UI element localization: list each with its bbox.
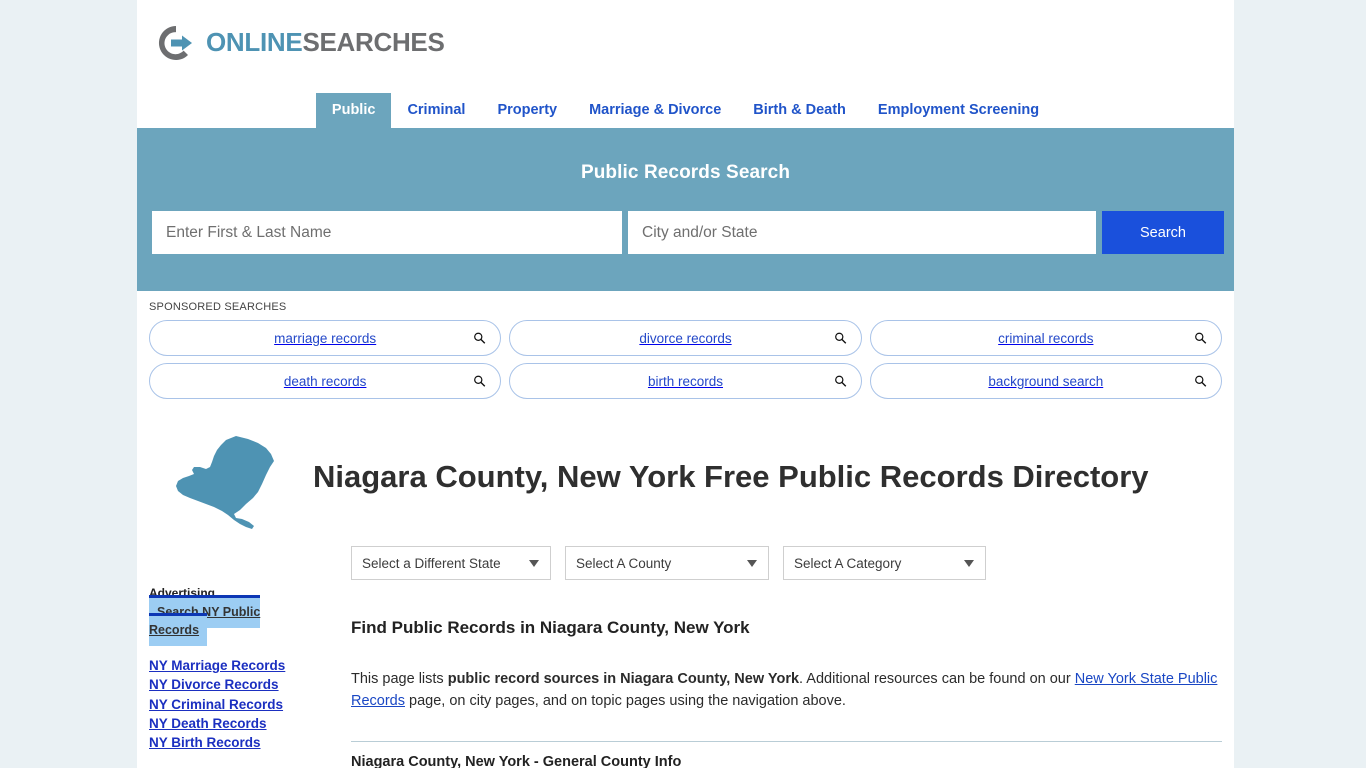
sponsored-pill-criminal-records[interactable]: criminal records xyxy=(869,320,1222,356)
sidebar-link-ny-death-records[interactable]: NY Death Records xyxy=(149,714,309,733)
chevron-down-icon xyxy=(964,559,974,567)
new-york-state-map-icon xyxy=(149,422,309,534)
nav-item-criminal[interactable]: Criminal xyxy=(391,93,481,129)
paragraph-text-2: . Additional resources can be found on o… xyxy=(799,671,1075,687)
chevron-down-icon xyxy=(747,559,757,567)
nav-item-marriage-divorce[interactable]: Marriage & Divorce xyxy=(573,93,737,129)
sponsored-searches-label: SPONSORED SEARCHES xyxy=(149,301,287,313)
general-county-info-heading: Niagara County, New York - General Count… xyxy=(351,753,682,768)
filter-selects: Select a Different State Select A County… xyxy=(351,546,1222,580)
county-select[interactable]: Select A County xyxy=(565,546,769,580)
intro-paragraph: This page lists public record sources in… xyxy=(351,668,1222,713)
section-heading: Find Public Records in Niagara County, N… xyxy=(351,618,750,637)
site-header: ONLINESEARCHES xyxy=(137,0,1234,85)
chevron-down-icon xyxy=(529,559,539,567)
sidebar-links: NY Marriage Records NY Divorce Records N… xyxy=(149,656,309,752)
paragraph-text-1: This page lists xyxy=(351,671,448,687)
location-search-input[interactable] xyxy=(628,211,1096,254)
sidebar-link-ny-birth-records[interactable]: NY Birth Records xyxy=(149,733,309,752)
nav-item-birth-death[interactable]: Birth & Death xyxy=(737,93,862,129)
paragraph-bold-1: public record sources in Niagara County,… xyxy=(447,671,800,687)
search-icon xyxy=(834,375,847,388)
page-body: Advertising Search NY Public Records NY … xyxy=(137,534,1234,768)
search-icon xyxy=(1194,375,1207,388)
search-icon xyxy=(473,375,486,388)
page-root: ONLINESEARCHES Public Criminal Property … xyxy=(0,0,1366,768)
section-divider xyxy=(351,740,1222,742)
state-select-value: Select a Different State xyxy=(362,555,501,571)
logo-wordmark: ONLINESEARCHES xyxy=(206,27,445,58)
nav-item-property[interactable]: Property xyxy=(481,93,573,129)
logo-text-online: ONLINE xyxy=(206,27,303,57)
sidebar: Advertising Search NY Public Records NY … xyxy=(149,534,309,768)
sponsored-pill-death-records[interactable]: death records xyxy=(149,363,502,399)
search-panel-title: Public Records Search xyxy=(580,162,791,183)
county-select-value: Select A County xyxy=(576,555,672,571)
paragraph-text-3: page, on city pages, and on topic pages … xyxy=(405,693,846,710)
pill-label: background search xyxy=(988,373,1104,389)
main-navigation: Public Criminal Property Marriage & Divo… xyxy=(137,85,1234,128)
search-icon xyxy=(834,332,847,345)
page-title: Niagara County, New York Free Public Rec… xyxy=(313,458,1149,494)
sponsored-row-2: death records birth records background s… xyxy=(149,363,1222,399)
pill-label: birth records xyxy=(647,373,723,389)
main-content: Select a Different State Select A County… xyxy=(309,534,1222,768)
logo-text-searches: SEARCHES xyxy=(302,27,445,57)
pill-label: criminal records xyxy=(998,330,1094,346)
category-select-value: Select A Category xyxy=(794,555,902,571)
sponsored-searches: SPONSORED SEARCHES marriage records divo… xyxy=(137,291,1234,410)
pill-label: divorce records xyxy=(639,330,732,346)
public-records-search-panel: Public Records Search Search xyxy=(137,128,1234,291)
pill-label: marriage records xyxy=(274,330,377,346)
sponsored-pill-birth-records[interactable]: birth records xyxy=(509,363,862,399)
page-title-block: Niagara County, New York Free Public Rec… xyxy=(137,410,1234,534)
search-icon xyxy=(1194,332,1207,345)
sidebar-link-ny-criminal-records[interactable]: NY Criminal Records xyxy=(149,695,309,714)
content-container: ONLINESEARCHES Public Criminal Property … xyxy=(137,0,1234,768)
sponsored-pill-background-search[interactable]: background search xyxy=(869,363,1222,399)
search-icon xyxy=(473,332,486,345)
sidebar-link-ny-marriage-records[interactable]: NY Marriage Records xyxy=(149,656,309,675)
nav-item-employment-screening[interactable]: Employment Screening xyxy=(862,93,1055,129)
sidebar-link-ny-divorce-records[interactable]: NY Divorce Records xyxy=(149,675,309,694)
name-search-input[interactable] xyxy=(152,211,622,254)
circle-arrow-logo-icon xyxy=(155,22,197,64)
site-logo-link[interactable]: ONLINESEARCHES xyxy=(155,22,445,64)
search-form: Search xyxy=(152,211,1224,254)
sidebar-ad-search-ny-public-records[interactable]: Search NY Public Records xyxy=(149,595,261,646)
category-select[interactable]: Select A Category xyxy=(783,546,986,580)
nav-item-public[interactable]: Public xyxy=(315,92,392,128)
sponsored-pill-divorce-records[interactable]: divorce records xyxy=(509,320,862,356)
pill-label: death records xyxy=(283,373,367,389)
sponsored-row-1: marriage records divorce records crimina… xyxy=(149,320,1222,356)
sponsored-pill-marriage-records[interactable]: marriage records xyxy=(149,320,502,356)
search-submit-button[interactable]: Search xyxy=(1102,211,1224,254)
state-select[interactable]: Select a Different State xyxy=(351,546,551,580)
